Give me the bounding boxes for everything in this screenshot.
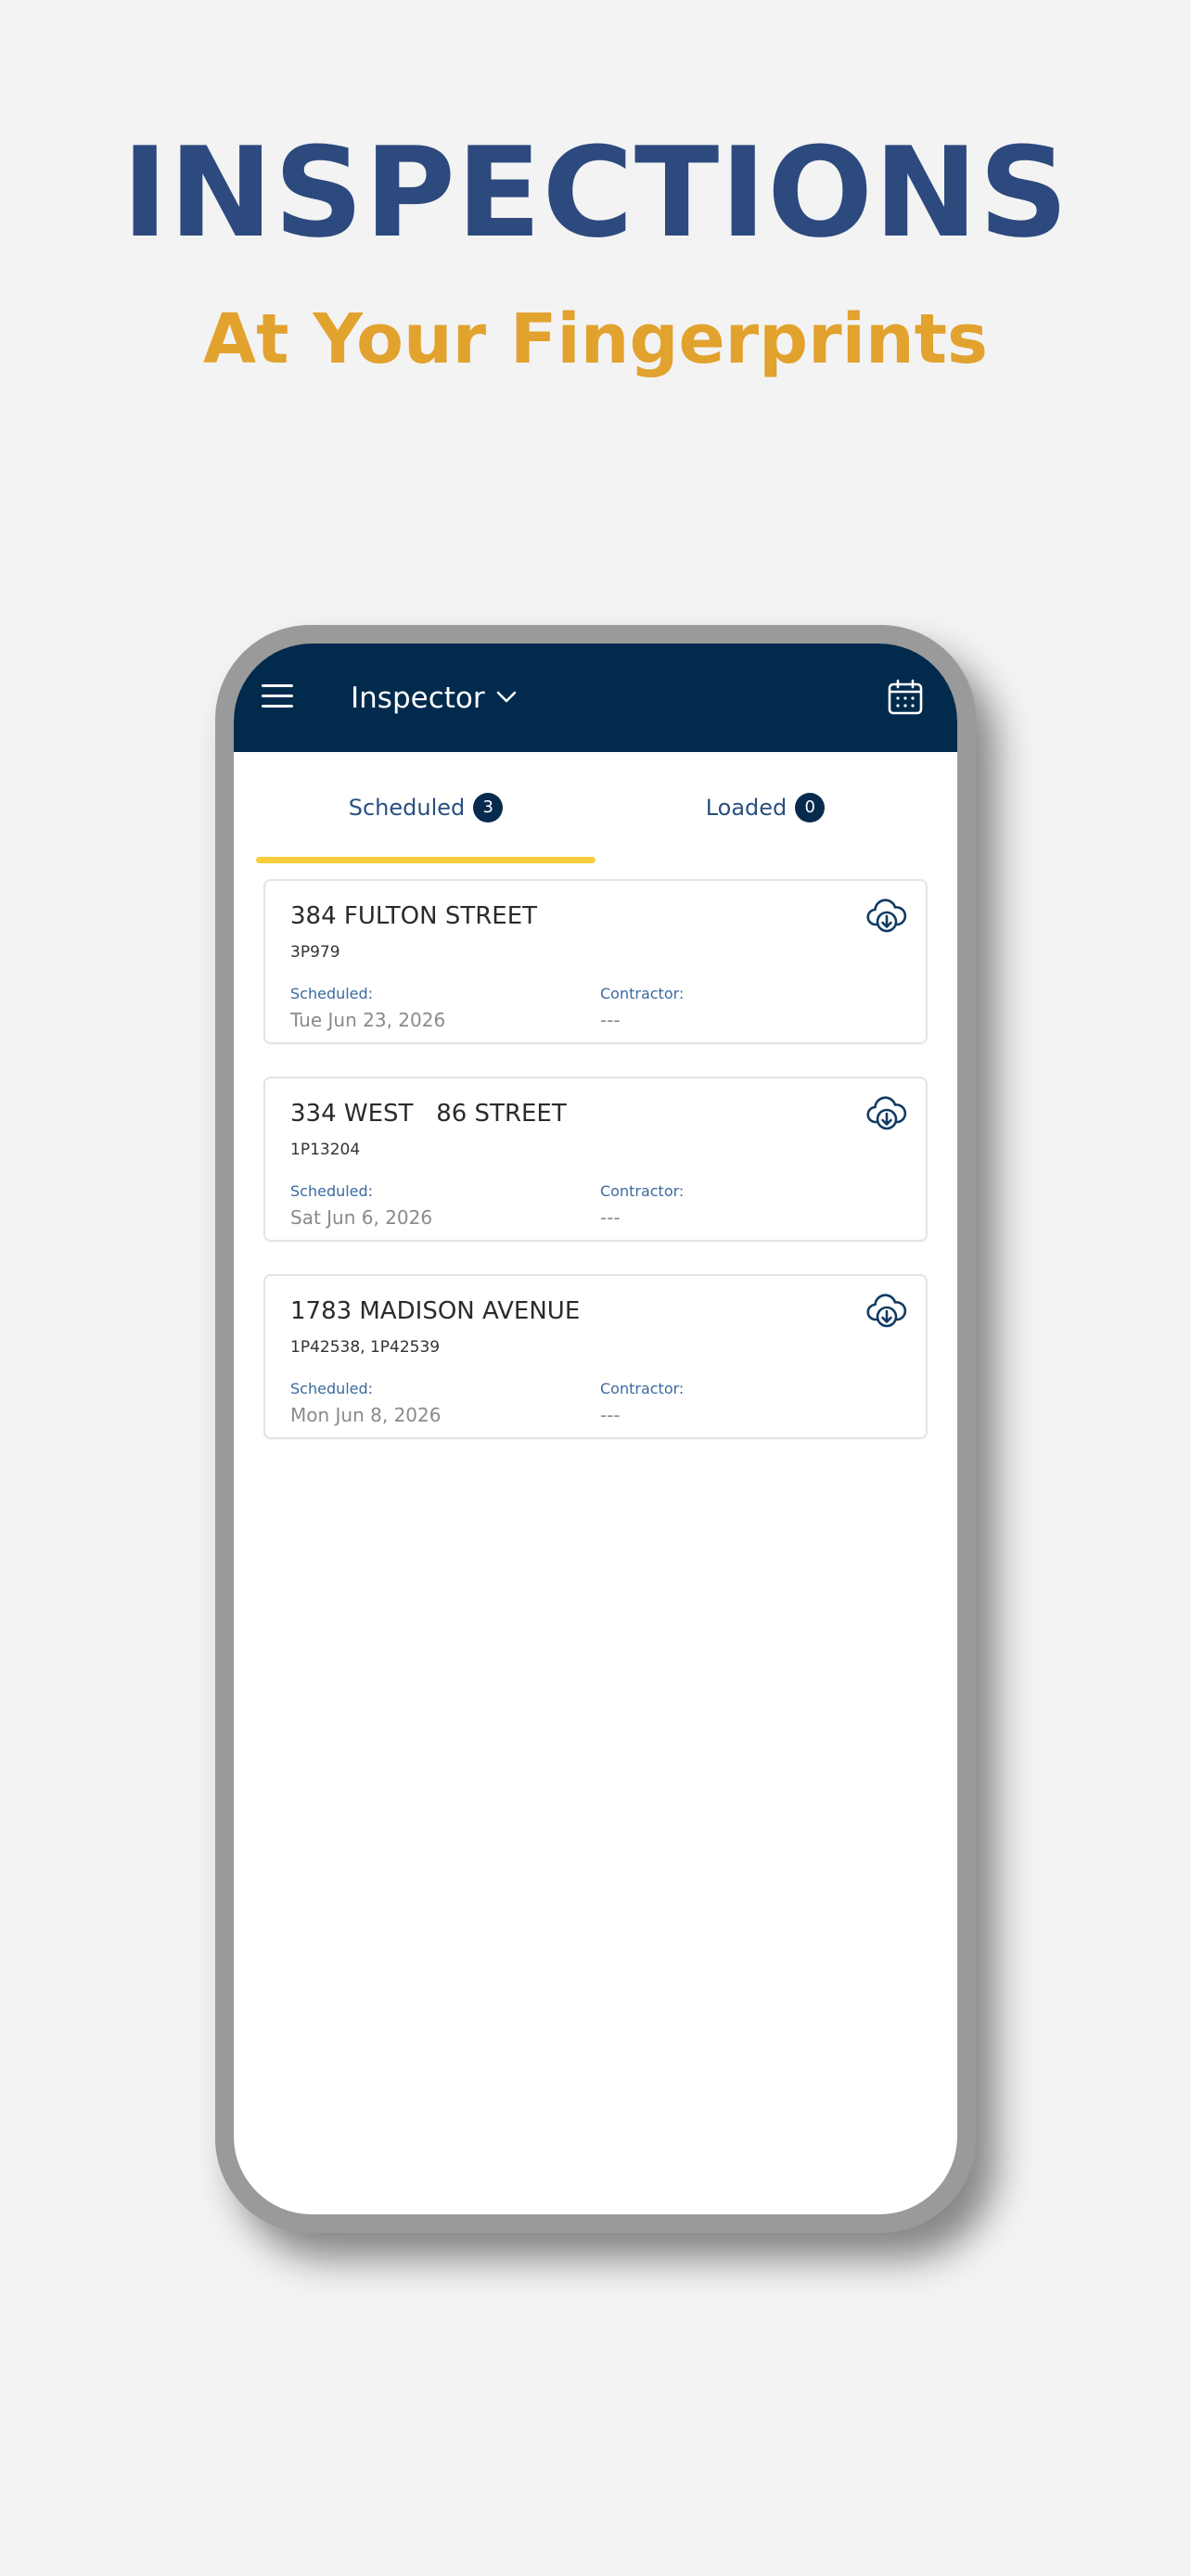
active-tab-indicator bbox=[256, 857, 596, 863]
inspection-address: 334 WEST 86 STREET bbox=[290, 1100, 567, 1128]
inspection-address: 384 FULTON STREET bbox=[290, 902, 538, 930]
inspection-ids: 1P42538, 1P42539 bbox=[290, 1338, 441, 1357]
inspection-ids: 3P979 bbox=[290, 943, 340, 962]
tab-loaded-label: Loaded bbox=[705, 795, 788, 821]
app-screen: Inspector Scheduled 3 Loaded 0 384 FULTO… bbox=[234, 644, 957, 2214]
scheduled-label: Scheduled: bbox=[290, 1182, 374, 1200]
contractor-label: Contractor: bbox=[600, 985, 685, 1002]
inspection-card[interactable]: 384 FULTON STREET 3P979 Scheduled: Tue J… bbox=[263, 879, 928, 1044]
chevron-down-icon[interactable] bbox=[495, 687, 518, 706]
tab-loaded-count-badge: 0 bbox=[795, 793, 826, 823]
contractor-value: --- bbox=[600, 1206, 621, 1229]
role-selector-label[interactable]: Inspector bbox=[351, 677, 485, 720]
cloud-download-icon[interactable] bbox=[866, 1093, 907, 1134]
inspection-ids: 1P13204 bbox=[290, 1141, 361, 1159]
app-bar: Inspector bbox=[234, 644, 957, 752]
cloud-download-icon[interactable] bbox=[866, 1291, 907, 1332]
tab-scheduled-label: Scheduled bbox=[348, 795, 466, 821]
tab-scheduled-count-badge: 3 bbox=[473, 793, 504, 823]
scheduled-label: Scheduled: bbox=[290, 1380, 374, 1397]
inspection-card[interactable]: 334 WEST 86 STREET 1P13204 Scheduled: Sa… bbox=[263, 1077, 928, 1242]
cloud-download-icon[interactable] bbox=[866, 896, 907, 937]
scheduled-date: Mon Jun 8, 2026 bbox=[290, 1404, 442, 1426]
tab-bar: Scheduled 3 Loaded 0 bbox=[256, 752, 935, 863]
phone-frame: Inspector Scheduled 3 Loaded 0 384 FULTO… bbox=[215, 625, 976, 2233]
contractor-value: --- bbox=[600, 1404, 621, 1426]
scheduled-label: Scheduled: bbox=[290, 985, 374, 1002]
tab-loaded[interactable]: Loaded 0 bbox=[596, 752, 935, 863]
scheduled-date: Tue Jun 23, 2026 bbox=[290, 1009, 446, 1031]
hero-title: INSPECTIONS bbox=[122, 121, 1069, 265]
contractor-value: --- bbox=[600, 1009, 621, 1031]
inspection-address: 1783 MADISON AVENUE bbox=[290, 1297, 581, 1325]
scheduled-date: Sat Jun 6, 2026 bbox=[290, 1206, 433, 1229]
tab-scheduled[interactable]: Scheduled 3 bbox=[256, 752, 596, 863]
calendar-icon[interactable] bbox=[887, 679, 924, 716]
contractor-label: Contractor: bbox=[600, 1380, 685, 1397]
inspection-card[interactable]: 1783 MADISON AVENUE 1P42538, 1P42539 Sch… bbox=[263, 1274, 928, 1439]
hamburger-menu-icon[interactable] bbox=[262, 682, 293, 710]
contractor-label: Contractor: bbox=[600, 1182, 685, 1200]
hero-subtitle: At Your Fingerprints bbox=[202, 300, 989, 379]
